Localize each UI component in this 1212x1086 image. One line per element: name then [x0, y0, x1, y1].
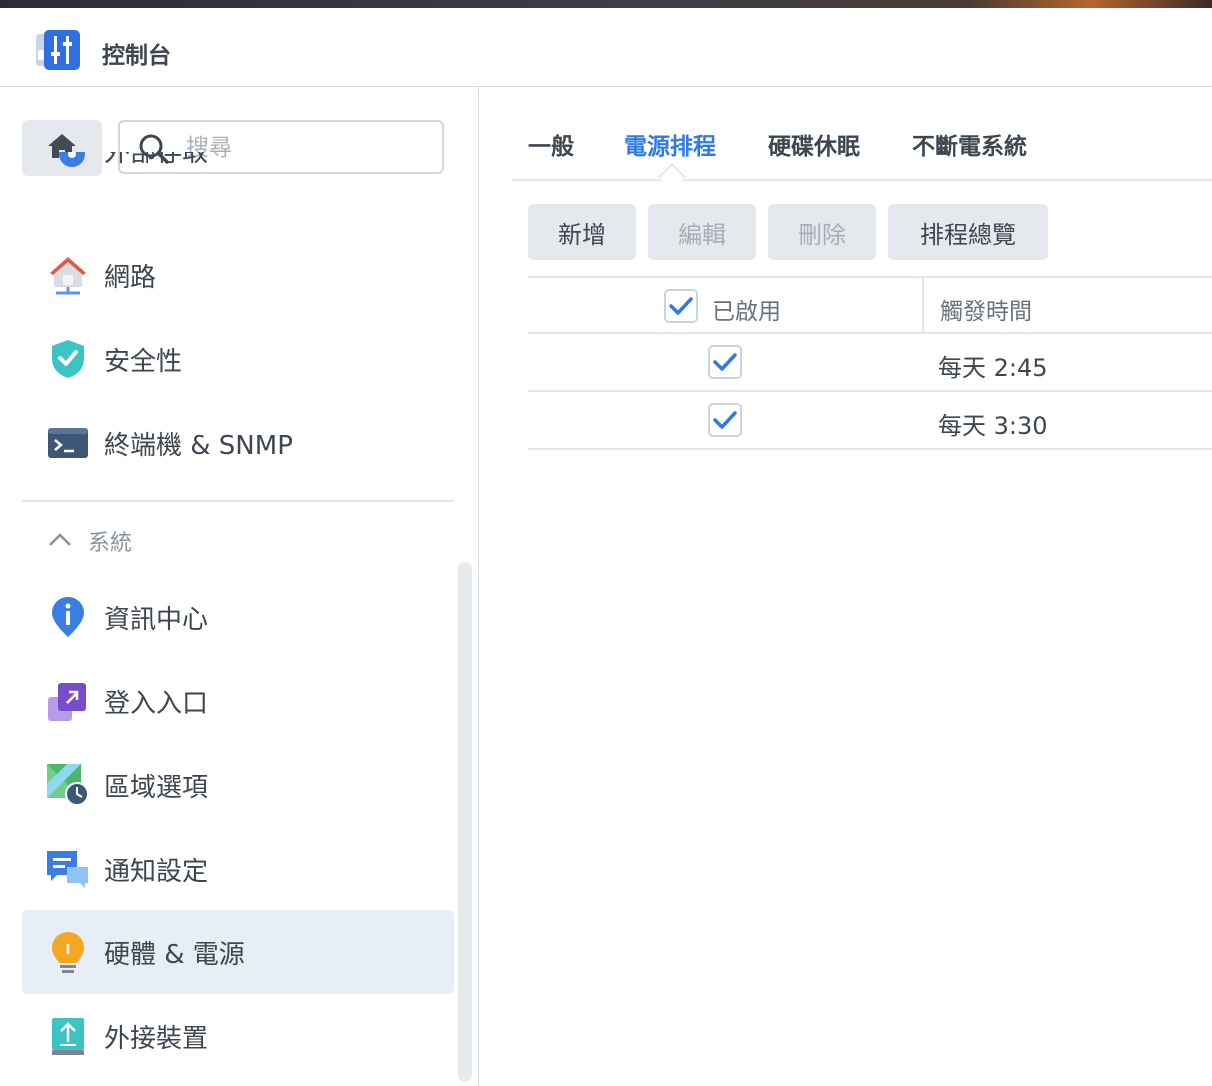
checkmark-icon: [669, 297, 693, 315]
checkmark-icon: [713, 353, 737, 371]
section-system-toggle[interactable]: 系統: [48, 525, 132, 557]
desktop-wallpaper-strip: [0, 0, 1212, 8]
regional-options-icon: [46, 763, 90, 807]
column-divider[interactable]: [922, 278, 924, 334]
column-header-trigger-time[interactable]: 觸發時間: [940, 292, 1032, 326]
table-row[interactable]: 每天 3:30: [528, 392, 1212, 450]
chevron-up-icon: [48, 531, 72, 551]
sidebar-item-external-access[interactable]: 外部存取: [22, 152, 454, 212]
add-button[interactable]: 新增: [528, 204, 636, 260]
sidebar-item-terminal-snmp[interactable]: 終端機 & SNMP: [22, 401, 454, 485]
tab-power-schedule[interactable]: 電源排程: [624, 127, 716, 161]
sidebar-item-label: 通知設定: [104, 856, 209, 887]
column-header-enabled[interactable]: 已啟用: [712, 292, 781, 326]
sidebar-item-external-devices[interactable]: 外接裝置: [22, 994, 454, 1078]
sidebar-item-security[interactable]: 安全性: [22, 317, 454, 401]
info-icon: [46, 595, 90, 639]
sidebar-divider: [22, 500, 454, 502]
title-bar: 控制台: [0, 8, 1212, 87]
security-shield-icon: [46, 337, 90, 381]
sidebar-item-hardware-power[interactable]: 硬體 & 電源: [22, 910, 454, 994]
active-tab-indicator: [657, 162, 687, 192]
window-title: 控制台: [102, 43, 171, 69]
schedule-overview-button[interactable]: 排程總覽: [888, 204, 1048, 260]
row-enabled-checkbox[interactable]: [708, 403, 742, 437]
tab-bar: 一般 電源排程 硬碟休眠 不斷電系統: [512, 87, 1212, 192]
sidebar-item-label: 資訊中心: [104, 604, 209, 635]
tab-general[interactable]: 一般: [528, 127, 574, 161]
sidebar-scrollbar[interactable]: [458, 562, 472, 1082]
sidebar-item-notification[interactable]: 通知設定: [22, 827, 454, 911]
sidebar-item-label: 外部存取: [104, 152, 209, 168]
sidebar-item-label: 外接裝置: [104, 1023, 209, 1054]
sidebar-item-login-portal[interactable]: 登入入口: [22, 659, 454, 743]
table-row[interactable]: 每天 2:45: [528, 334, 1212, 392]
sidebar-item-label: 登入入口: [104, 688, 209, 719]
delete-button[interactable]: 刪除: [768, 204, 876, 260]
table-header: 已啟用 觸發時間: [528, 276, 1212, 334]
network-icon: [46, 253, 90, 297]
external-devices-icon: [46, 1014, 90, 1058]
notification-icon: [46, 847, 90, 891]
sidebar-item-regional-options[interactable]: 區域選項: [22, 743, 454, 827]
sidebar-item-label: 硬體 & 電源: [104, 939, 245, 970]
sidebar-item-label: 網路: [104, 262, 157, 293]
sidebar-item-label: 終端機 & SNMP: [104, 430, 293, 461]
tab-hdd-hibernation[interactable]: 硬碟休眠: [768, 127, 860, 161]
trigger-time-cell: 每天 3:30: [938, 412, 1048, 440]
sidebar: 外部存取 網路 安全性: [0, 87, 479, 1086]
schedule-table: 已啟用 觸發時間 每天 2:45 每天 3:30: [528, 276, 1212, 450]
sidebar-item-label: 安全性: [104, 346, 183, 377]
checkmark-icon: [713, 411, 737, 429]
select-all-checkbox[interactable]: [664, 289, 698, 323]
trigger-time-cell: 每天 2:45: [938, 354, 1048, 382]
sidebar-item-label: 區域選項: [104, 772, 209, 803]
tab-ups[interactable]: 不斷電系統: [912, 127, 1027, 161]
main-panel: 一般 電源排程 硬碟休眠 不斷電系統 新增 編輯 刪除 排程總覽 已啟用 觸發時…: [480, 87, 1212, 1086]
edit-button[interactable]: 編輯: [648, 204, 756, 260]
sidebar-item-info-center[interactable]: 資訊中心: [22, 575, 454, 659]
sidebar-item-network[interactable]: 網路: [22, 233, 454, 317]
row-enabled-checkbox[interactable]: [708, 345, 742, 379]
section-label: 系統: [88, 531, 133, 556]
external-access-icon: [46, 152, 90, 172]
login-portal-icon: [46, 679, 90, 723]
hardware-power-icon: [46, 930, 90, 974]
terminal-icon: [46, 421, 90, 465]
control-panel-icon: [36, 30, 80, 70]
